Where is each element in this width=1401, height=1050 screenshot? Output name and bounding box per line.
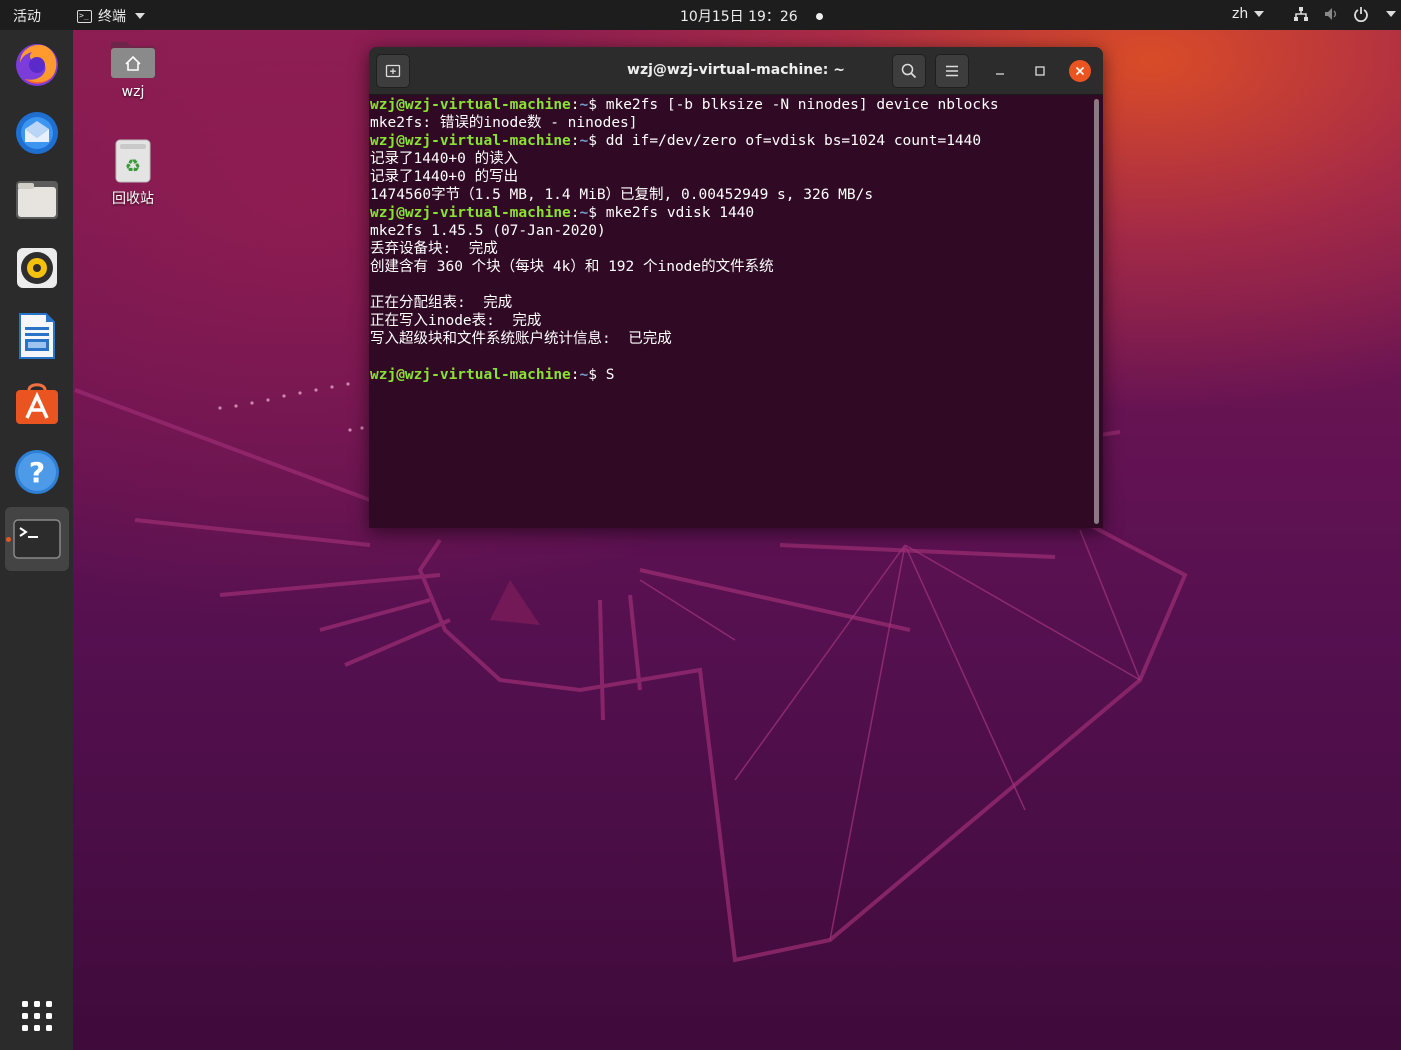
power-icon [1354,7,1368,22]
app-grid-icon [22,1001,52,1031]
software-icon [16,383,58,424]
terminal-small-icon: >_ [77,9,92,23]
terminal-line: 丢弃设备块: 完成 [370,241,498,257]
trash-icon: ♻ [115,139,151,183]
terminal-line: 正在分配组表: 完成 [370,295,513,311]
terminal-line: 正在写入inode表: 完成 [370,313,542,329]
terminal-line: wzj@wzj-virtual-machine:~$ dd if=/dev/ze… [370,133,982,149]
dock-rhythmbox[interactable] [8,239,66,297]
search-button[interactable] [892,54,926,88]
terminal-line: 1474560字节（1.5 MB, 1.4 MiB）已复制, 0.0045294… [370,187,874,203]
terminal-window[interactable]: wzj@wzj-virtual-machine: ~ wzj@wzj-virtu… [369,47,1103,528]
clock-text: 10月15日 19：26 [680,9,798,25]
system-tray[interactable] [1293,6,1396,22]
dock-thunderbird[interactable] [8,103,66,161]
activities-button[interactable]: 活动 [13,6,41,26]
svg-text:?: ? [29,456,45,489]
help-icon: ? [15,450,59,494]
dock: ? [0,30,73,1050]
writer-icon [19,313,55,359]
chevron-down-icon [135,13,145,19]
terminal-scrollbar[interactable] [1094,99,1099,524]
close-icon [1075,66,1085,76]
terminal-icon [13,519,61,559]
close-button[interactable] [1069,60,1091,82]
desktop-home-folder[interactable]: wzj [104,36,162,100]
dock-help[interactable]: ? [8,443,66,501]
svg-text:♻: ♻ [125,156,141,177]
terminal-line: mke2fs: 错误的inode数 - ninodes] [370,115,638,131]
firefox-icon [16,44,58,86]
terminal-line: 记录了1440+0 的写出 [370,169,519,185]
hamburger-menu-icon [946,65,958,77]
trash-label: 回收站 [112,191,154,207]
terminal-line: 创建含有 360 个块（每块 4k）和 192 个inode的文件系统 [370,259,774,275]
home-folder-icon [111,42,155,78]
minimize-button[interactable] [989,60,1011,82]
top-bar: 活动 >_ 终端 10月15日 19：26 zh [0,0,1401,30]
running-indicator [6,537,11,542]
terminal-line: wzj@wzj-virtual-machine:~$ mke2fs vdisk … [370,205,755,221]
terminal-titlebar[interactable]: wzj@wzj-virtual-machine: ~ [369,47,1103,95]
files-icon [16,181,58,219]
thunderbird-icon [16,112,58,154]
terminal-line: 记录了1440+0 的读入 [370,151,519,167]
menu-button[interactable] [935,54,969,88]
clock[interactable]: 10月15日 19：26 [680,6,823,26]
network-icon [1294,7,1308,21]
rhythmbox-icon [17,248,57,288]
notification-dot-icon [815,12,823,20]
minimize-icon [996,73,1004,75]
volume-muted-icon [1325,8,1337,20]
chevron-down-icon [1254,11,1265,17]
dock-terminal[interactable] [5,507,69,571]
terminal-line: 写入超级块和文件系统账户统计信息: 已完成 [370,331,672,347]
chevron-down-icon [1386,11,1396,17]
terminal-line: mke2fs 1.45.5 (07-Jan-2020) [370,223,606,239]
lang-label: zh [1232,6,1249,22]
terminal-line: wzj@wzj-virtual-machine:~$ S [370,367,615,383]
dock-firefox[interactable] [8,35,66,93]
input-method-menu[interactable]: zh [1232,6,1265,22]
maximize-button[interactable] [1029,60,1051,82]
desktop-trash[interactable]: ♻ 回收站 [100,138,166,208]
show-applications-button[interactable] [8,987,66,1045]
dock-files[interactable] [8,171,66,229]
search-icon [901,63,917,79]
app-menu[interactable]: >_ 终端 [77,6,145,26]
maximize-icon [1035,66,1045,76]
app-menu-label: 终端 [98,9,126,25]
dock-ubuntu-software[interactable] [8,375,66,433]
terminal-content[interactable]: wzj@wzj-virtual-machine:~$ mke2fs [-b bl… [369,95,1103,528]
home-folder-label: wzj [121,84,145,100]
terminal-line: wzj@wzj-virtual-machine:~$ mke2fs [-b bl… [370,97,999,113]
dock-writer[interactable] [8,307,66,365]
